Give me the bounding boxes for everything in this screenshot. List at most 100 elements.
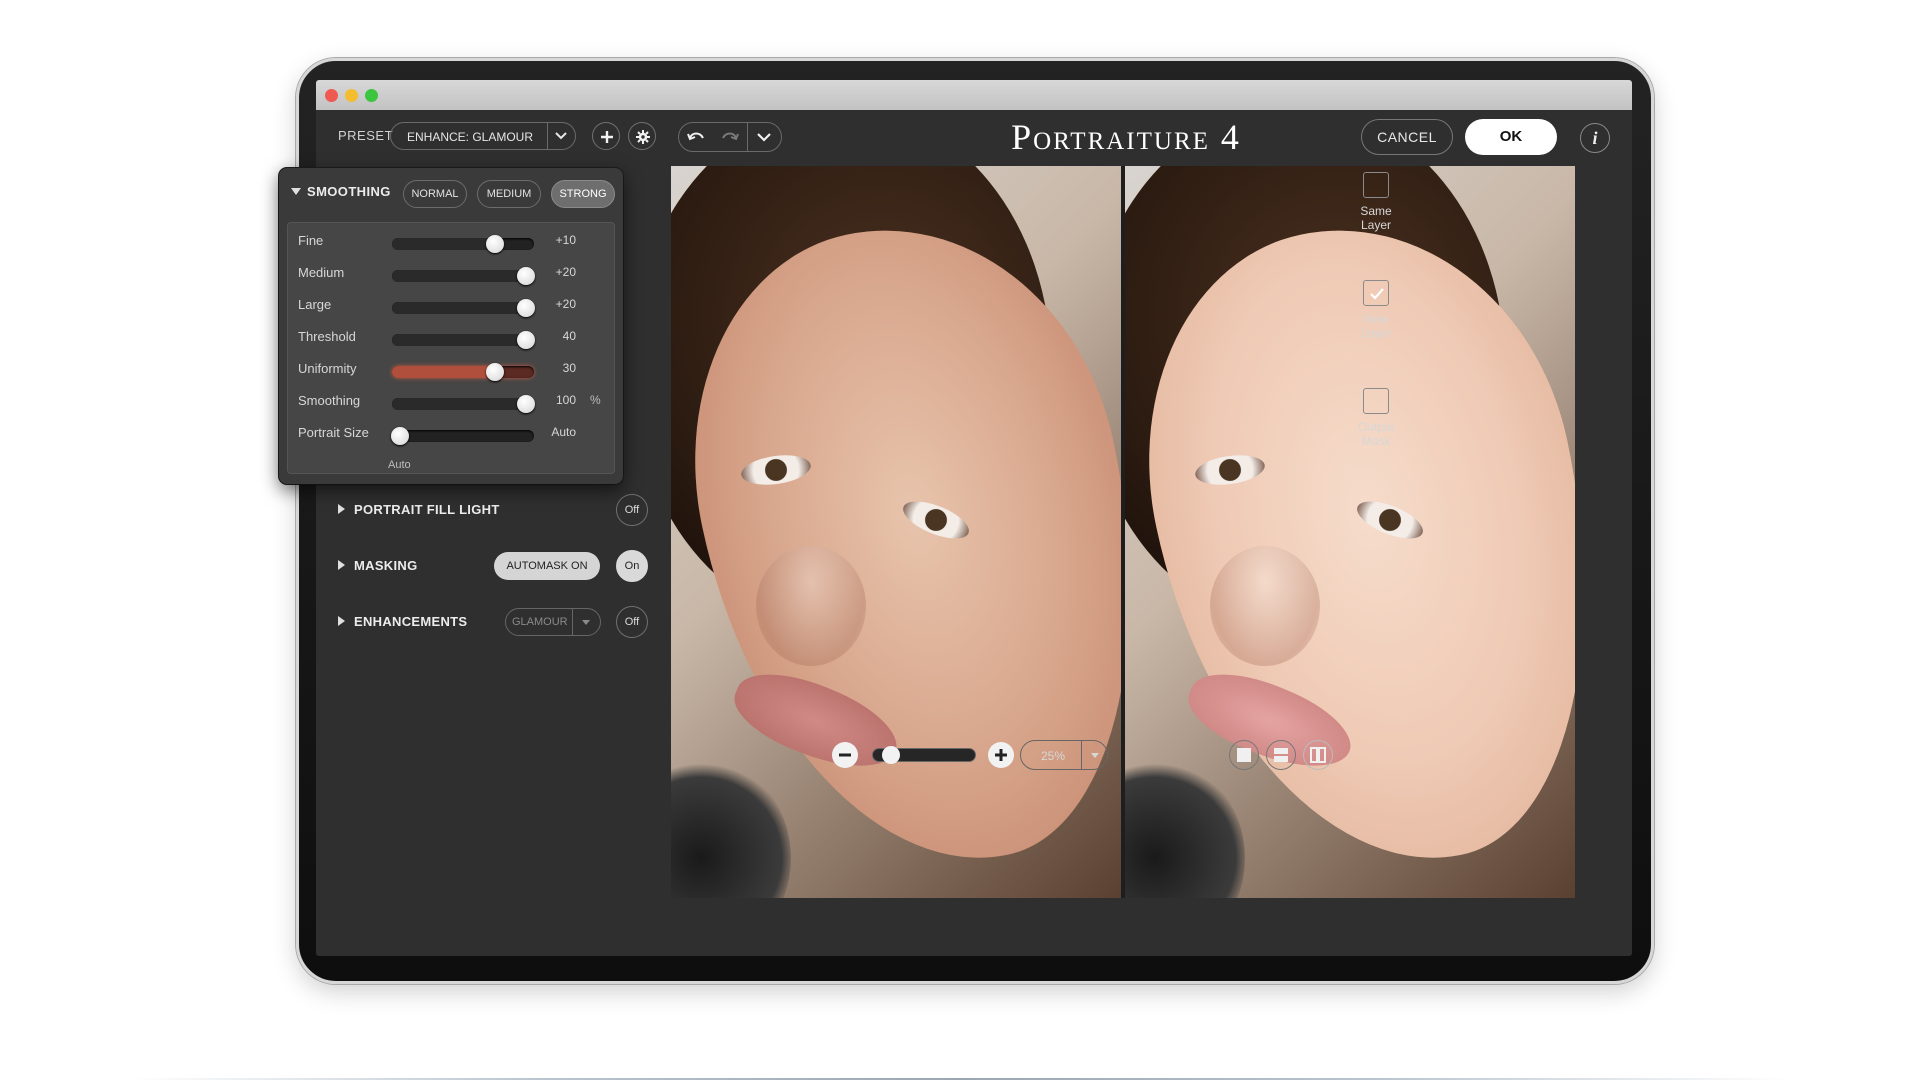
zoom-level-dropdown[interactable]: 25%	[1020, 740, 1108, 770]
portrait-size-sub-label: Auto	[388, 459, 411, 471]
slider-unit: %	[590, 393, 601, 407]
section-portrait-fill-light[interactable]: PORTRAIT FILL LIGHT	[336, 494, 606, 526]
enhancements-preset-value: GLAMOUR	[512, 616, 568, 628]
slider-track[interactable]	[392, 238, 534, 250]
chevron-down-icon	[547, 123, 575, 149]
mode-strong-button[interactable]: STRONG	[551, 180, 615, 208]
fill-light-toggle[interactable]: Off	[616, 494, 648, 526]
smoothing-panel: SMOOTHING NORMAL MEDIUM STRONG Auto Fine…	[279, 168, 623, 484]
ok-button[interactable]: OK	[1465, 119, 1557, 155]
slider-label: Medium	[298, 265, 345, 280]
add-preset-button[interactable]	[592, 122, 620, 150]
smoothing-section-header[interactable]: SMOOTHING	[291, 184, 391, 199]
slider-fill	[392, 398, 528, 410]
checkmark-icon	[1370, 288, 1384, 300]
new-layer-checkbox[interactable]	[1363, 280, 1389, 306]
chevron-down-icon	[1081, 741, 1107, 769]
slider-fill	[392, 334, 528, 346]
enhancements-toggle[interactable]: Off	[616, 606, 648, 638]
slider-thumb[interactable]	[517, 331, 535, 349]
slider-value: Auto	[551, 425, 576, 439]
slider-label: Portrait Size	[298, 425, 369, 440]
slider-track[interactable]	[392, 270, 534, 282]
redo-icon	[722, 132, 739, 141]
single-view-button[interactable]	[1229, 740, 1259, 770]
minimize-window-button[interactable]	[345, 89, 358, 102]
single-pane-icon	[1237, 748, 1251, 762]
slider-fill	[392, 238, 496, 250]
split-vertical-view-button[interactable]	[1303, 740, 1333, 770]
history-menu-button[interactable]	[747, 123, 781, 151]
chevron-down-icon	[757, 133, 771, 142]
app-title: Portraiture 4	[1011, 117, 1241, 157]
section-title: PORTRAIT FILL LIGHT	[354, 502, 500, 517]
slider-value: 40	[562, 329, 576, 343]
split-horizontal-view-button[interactable]	[1266, 740, 1296, 770]
slider-label: Large	[298, 297, 332, 312]
image-preview[interactable]	[671, 166, 1575, 898]
slider-fill	[392, 302, 528, 314]
expand-arrow-icon	[338, 504, 345, 514]
slider-thumb[interactable]	[485, 363, 504, 381]
slider-thumb[interactable]	[517, 267, 535, 285]
slider-track[interactable]	[392, 398, 534, 410]
undo-icon	[687, 132, 704, 141]
split-vertical-icon	[1310, 747, 1326, 763]
mode-normal-button[interactable]: NORMAL	[403, 180, 467, 208]
preset-label: PRESET	[338, 128, 394, 143]
automask-button[interactable]: AUTOMASK ON	[494, 552, 600, 580]
slider-row-smoothing: Smoothing 100%	[288, 389, 614, 415]
slider-row-medium: Medium +20	[288, 261, 614, 287]
same-layer-label-2: Layer	[1360, 218, 1392, 232]
new-layer-option[interactable]: New Layer	[1346, 280, 1406, 340]
settings-button[interactable]	[628, 122, 656, 150]
mode-medium-button[interactable]: MEDIUM	[477, 180, 541, 208]
preset-value: ENHANCE: GLAMOUR	[407, 130, 534, 144]
slider-thumb[interactable]	[517, 395, 535, 413]
slider-thumb[interactable]	[485, 235, 504, 253]
section-title: ENHANCEMENTS	[354, 614, 468, 629]
masking-toggle[interactable]: On	[616, 550, 648, 582]
slider-track[interactable]	[392, 302, 534, 314]
cancel-button[interactable]: CANCEL	[1361, 119, 1453, 155]
minus-icon	[839, 753, 851, 757]
slider-label: Fine	[298, 233, 324, 248]
slider-thumb[interactable]	[517, 299, 535, 317]
expand-arrow-icon	[338, 560, 345, 570]
slider-thumb[interactable]	[391, 427, 409, 445]
new-layer-label-2: Layer	[1360, 326, 1392, 340]
output-mask-option[interactable]: Output Mask	[1346, 388, 1406, 448]
slider-value: +10	[555, 233, 576, 247]
zoom-out-button[interactable]	[832, 742, 858, 768]
slider-value: +20	[555, 297, 576, 311]
output-mask-label-1: Output	[1357, 420, 1395, 434]
zoom-slider[interactable]	[872, 746, 976, 764]
plus-icon	[995, 749, 1007, 761]
zoom-slider-thumb[interactable]	[881, 746, 900, 764]
slider-track[interactable]	[392, 366, 534, 378]
slider-track[interactable]	[392, 430, 534, 442]
close-window-button[interactable]	[325, 89, 338, 102]
undo-button[interactable]	[679, 123, 713, 151]
same-layer-checkbox[interactable]	[1363, 172, 1389, 198]
zoom-in-button[interactable]	[988, 742, 1014, 768]
slider-row-portrait-size: Portrait Size Auto	[288, 421, 614, 447]
slider-fill	[392, 366, 496, 378]
slider-label: Uniformity	[298, 361, 357, 376]
history-controls	[678, 122, 782, 152]
slider-track[interactable]	[392, 334, 534, 346]
enhancements-preset-dropdown[interactable]: GLAMOUR	[505, 608, 601, 636]
plus-icon	[601, 131, 613, 143]
info-button[interactable]: i	[1580, 123, 1610, 153]
slider-value: +20	[555, 265, 576, 279]
preset-dropdown[interactable]: ENHANCE: GLAMOUR	[390, 122, 576, 150]
slider-row-uniformity: Uniformity 30	[288, 357, 614, 383]
output-mask-checkbox[interactable]	[1363, 388, 1389, 414]
redo-button[interactable]	[713, 123, 747, 151]
expand-arrow-icon	[338, 616, 345, 626]
after-image	[1125, 166, 1575, 898]
before-image	[671, 166, 1121, 898]
same-layer-option[interactable]: Same Layer	[1346, 172, 1406, 232]
slider-row-fine: Fine +10	[288, 229, 614, 255]
zoom-window-button[interactable]	[365, 89, 378, 102]
